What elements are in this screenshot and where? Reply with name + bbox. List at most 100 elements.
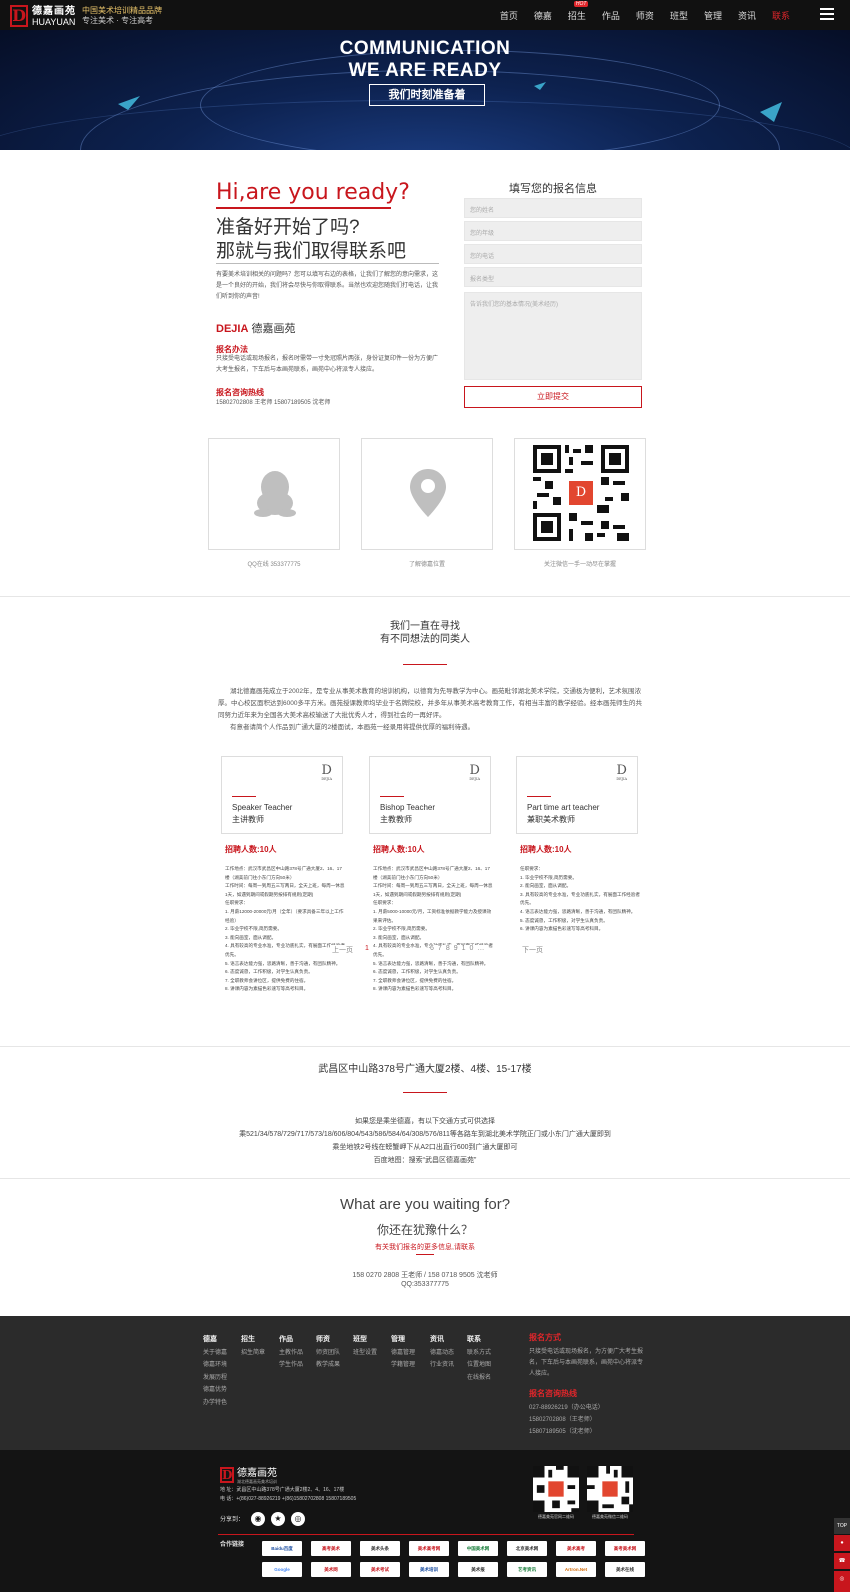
footer-link[interactable]: 主教作品: [279, 1347, 303, 1360]
job-title-en: Bishop Teacher: [380, 803, 435, 812]
footer-column: 班型 班型设置: [353, 1334, 377, 1359]
footer-link[interactable]: 德嘉动态: [430, 1347, 454, 1360]
side-phone-icon[interactable]: ☎: [834, 1553, 850, 1569]
side-wechat-icon[interactable]: ◎: [834, 1571, 850, 1592]
footer-link[interactable]: 发展历程: [203, 1372, 227, 1385]
partner-link[interactable]: 美术考试: [360, 1562, 400, 1577]
partner-link[interactable]: 北京美术网: [507, 1541, 547, 1556]
qq-caption: QQ在线 353377775: [247, 562, 301, 568]
intro-subheading-2: 那就与我们取得联系吧: [216, 241, 407, 262]
share-weibo-icon[interactable]: ◎: [291, 1512, 305, 1526]
page-link[interactable]: 6: [430, 945, 438, 952]
phone-input[interactable]: 您的电话: [464, 244, 642, 264]
wechat-caption: 关注微信一手一动尽在掌握: [543, 562, 616, 568]
footer-link[interactable]: 在线报名: [467, 1372, 491, 1385]
footer-link[interactable]: 学生作品: [279, 1359, 303, 1372]
side-qq-icon[interactable]: ●: [834, 1535, 850, 1551]
prev-page-link[interactable]: 上一页: [330, 945, 355, 955]
footer-link[interactable]: 招生简章: [241, 1347, 265, 1360]
cta-link[interactable]: 有关我们报名的更多信息,请联系: [0, 1242, 850, 1252]
location-icon: [410, 469, 446, 517]
job-card[interactable]: D DEJIA Bishop Teacher 主教教师: [369, 756, 491, 834]
nav-news[interactable]: 资讯: [738, 9, 756, 22]
share-qq-icon[interactable]: ◉: [251, 1512, 265, 1526]
next-page-link[interactable]: 下一页: [520, 945, 545, 955]
footer-link[interactable]: 师资团队: [316, 1347, 340, 1360]
name-input[interactable]: 您的姓名: [464, 198, 642, 218]
partner-link[interactable]: 美术头条: [360, 1541, 400, 1556]
partner-link[interactable]: 美术报: [458, 1562, 498, 1577]
footer-link[interactable]: 联系方式: [467, 1347, 491, 1360]
footer-link[interactable]: 德嘉优势: [203, 1384, 227, 1397]
signup-text: 只接受电话或现场报名，为方便广大考生报名，下车后与本画苑联系，画苑中心将派专人接…: [529, 1349, 644, 1377]
page-1[interactable]: 1: [365, 945, 369, 952]
site-logo[interactable]: D 德嘉画苑 HUAYUAN 中国美术培训精品品牌 专注美术 · 专注高考: [10, 4, 162, 28]
share-qzone-icon[interactable]: ★: [271, 1512, 285, 1526]
partner-link[interactable]: 美术在线: [605, 1562, 645, 1577]
footer-link[interactable]: 德嘉环境: [203, 1359, 227, 1372]
page-link[interactable]: 9: [454, 945, 462, 952]
footer-link[interactable]: 关于德嘉: [203, 1347, 227, 1360]
footer-column: 管理 德嘉管理 学籍管理: [391, 1334, 415, 1372]
footer-column-heading[interactable]: 班型: [353, 1334, 377, 1347]
footer-link[interactable]: 位置地图: [467, 1359, 491, 1372]
back-to-top[interactable]: TOP: [834, 1518, 850, 1534]
partner-link[interactable]: 美术培训: [409, 1562, 449, 1577]
nav-home[interactable]: 首页: [500, 9, 518, 22]
footer-link[interactable]: 办学特色: [203, 1397, 227, 1410]
partner-link[interactable]: Google: [262, 1562, 302, 1577]
footer-column-heading[interactable]: 作品: [279, 1334, 303, 1347]
partner-link[interactable]: 高考美术: [311, 1541, 351, 1556]
page-link[interactable]: 7: [438, 945, 446, 952]
message-textarea[interactable]: 告诉我们您的基本情况(美术经历): [464, 292, 642, 380]
job-card[interactable]: D DEJIA Speaker Teacher 主讲教师: [221, 756, 343, 834]
footer-link[interactable]: 教学成果: [316, 1359, 340, 1372]
footer-link[interactable]: 班型设置: [353, 1347, 377, 1360]
nav-management[interactable]: 管理: [704, 9, 722, 22]
page-link[interactable]: 8: [446, 945, 454, 952]
partner-link[interactable]: Artron.Net: [556, 1562, 596, 1577]
partner-link[interactable]: 艺考资讯: [507, 1562, 547, 1577]
section-divider: [0, 1046, 850, 1047]
submit-button[interactable]: 立即提交: [464, 386, 642, 408]
banner-button[interactable]: 我们时刻准备着: [369, 84, 485, 106]
pagination-pages: 678910…: [430, 945, 489, 952]
footer-hotline-title: 报名咨询热线: [529, 1389, 577, 1398]
partner-link[interactable]: Baidu百度: [262, 1541, 302, 1556]
menu-icon[interactable]: [820, 8, 834, 20]
footer-column-heading[interactable]: 招生: [241, 1334, 265, 1347]
footer-link[interactable]: 学籍管理: [391, 1359, 415, 1372]
grade-input[interactable]: 您的年级: [464, 221, 642, 241]
footer-column-heading[interactable]: 德嘉: [203, 1334, 227, 1347]
footer-column-heading[interactable]: 资讯: [430, 1334, 454, 1347]
location-card[interactable]: [361, 438, 493, 550]
partner-link[interactable]: 高考美术网: [605, 1541, 645, 1556]
divider: [218, 1534, 634, 1535]
slogan-1: 中国美术培训精品品牌: [82, 6, 162, 15]
partner-link[interactable]: 美术高考网: [409, 1541, 449, 1556]
footer-column-heading[interactable]: 联系: [467, 1334, 491, 1347]
footer-link[interactable]: 行业资讯: [430, 1359, 454, 1372]
partner-link[interactable]: 中国美术网: [458, 1541, 498, 1556]
nav-classes[interactable]: 班型: [670, 9, 688, 22]
page-link[interactable]: 10: [462, 945, 478, 952]
nav-dejia[interactable]: 德嘉: [534, 9, 552, 22]
logo-mark: D: [10, 5, 28, 27]
nav-works[interactable]: 作品: [602, 9, 620, 22]
cta-phones: 158 0270 2808 王老师 / 158 0718 9505 沈老师: [352, 1272, 498, 1279]
footer-column-heading[interactable]: 管理: [391, 1334, 415, 1347]
partner-link[interactable]: 美术高考: [556, 1541, 596, 1556]
partner-link[interactable]: 美术网: [311, 1562, 351, 1577]
nav-contact[interactable]: 联系: [772, 9, 790, 22]
form-title: 填写您的报名信息: [509, 183, 597, 195]
wechat-card[interactable]: D: [514, 438, 646, 550]
logo-mark: D: [220, 1466, 234, 1483]
footer-link[interactable]: 德嘉管理: [391, 1347, 415, 1360]
job-card[interactable]: D DEJIA Part time art teacher 兼职美术教师: [516, 756, 638, 834]
qq-card[interactable]: [208, 438, 340, 550]
nav-teachers[interactable]: 师资: [636, 9, 654, 22]
class-type-input[interactable]: 报名类型: [464, 267, 642, 287]
footer-signup: 报名方式 只接受电话或现场报名，为方便广大考生报名，下车后与本画苑联系，画苑中心…: [529, 1332, 647, 1438]
nav-enroll[interactable]: HOT 招生: [568, 0, 589, 22]
footer-column-heading[interactable]: 师资: [316, 1334, 340, 1347]
